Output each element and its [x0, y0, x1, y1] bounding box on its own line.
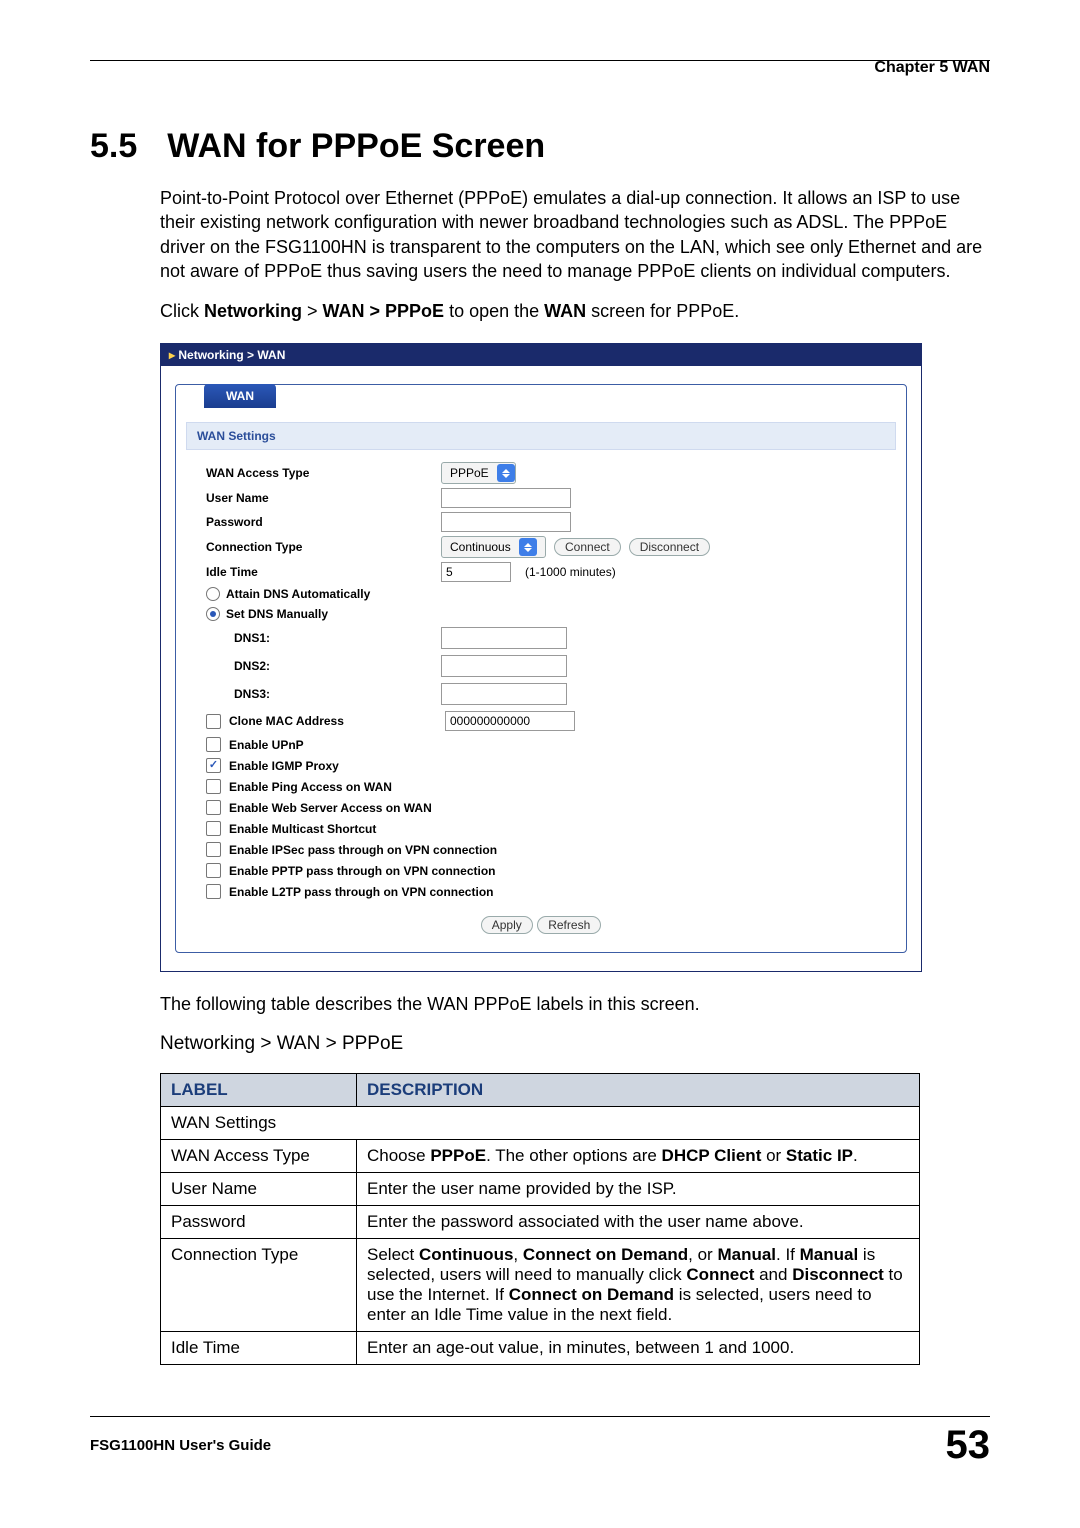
label-user-name: User Name: [206, 491, 441, 505]
label-igmp: Enable IGMP Proxy: [229, 759, 339, 773]
checkbox-pptp[interactable]: [206, 863, 221, 878]
label-clone-mac: Clone MAC Address: [229, 714, 437, 728]
table-row: Idle TimeEnter an age-out value, in minu…: [161, 1331, 920, 1364]
cell: User Name: [161, 1172, 357, 1205]
breadcrumb: ▸ Networking > WAN: [161, 344, 921, 366]
th-description: DESCRIPTION: [357, 1073, 920, 1106]
table-row: WAN Access Type Choose PPPoE. The other …: [161, 1139, 920, 1172]
text: Click: [160, 301, 204, 321]
cell: WAN Settings: [161, 1106, 920, 1139]
text: to open the: [444, 301, 544, 321]
label-wan-access-type: WAN Access Type: [206, 466, 441, 480]
select-value: PPPoE: [450, 466, 489, 480]
wan-access-type-select[interactable]: PPPoE: [441, 462, 516, 484]
th-label: LABEL: [161, 1073, 357, 1106]
label-ipsec: Enable IPSec pass through on VPN connect…: [229, 843, 497, 857]
apply-button[interactable]: Apply: [481, 916, 533, 934]
dns3-input[interactable]: [441, 683, 567, 705]
text: >: [302, 301, 323, 321]
label-attain-dns-auto: Attain DNS Automatically: [226, 587, 370, 601]
label-description-table: LABEL DESCRIPTION WAN Settings WAN Acces…: [160, 1073, 920, 1365]
breadcrumb-text: Networking > WAN: [178, 348, 285, 362]
label-set-dns-manual: Set DNS Manually: [226, 607, 328, 621]
label-ping: Enable Ping Access on WAN: [229, 780, 392, 794]
chevron-updown-icon: [519, 538, 537, 556]
connection-type-select[interactable]: Continuous: [441, 536, 546, 558]
label-dns1: DNS1:: [234, 631, 441, 645]
user-name-input[interactable]: [441, 488, 571, 508]
table-row: WAN Settings: [161, 1106, 920, 1139]
table-row: PasswordEnter the password associated wi…: [161, 1205, 920, 1238]
label-upnp: Enable UPnP: [229, 738, 304, 752]
page-number: 53: [946, 1423, 991, 1468]
label-dns2: DNS2:: [234, 659, 441, 673]
label-web: Enable Web Server Access on WAN: [229, 801, 432, 815]
cell: Enter the password associated with the u…: [357, 1205, 920, 1238]
cell: Password: [161, 1205, 357, 1238]
text-bold: WAN > PPPoE: [323, 301, 445, 321]
text: screen for PPPoE.: [586, 301, 739, 321]
cell: WAN Access Type: [161, 1139, 357, 1172]
intro-paragraph: Point-to-Point Protocol over Ethernet (P…: [160, 186, 990, 283]
checkbox-ipsec[interactable]: [206, 842, 221, 857]
wan-pppoe-screenshot: ▸ Networking > WAN WAN WAN Settings WAN …: [160, 343, 922, 972]
label-idle-time: Idle Time: [206, 565, 441, 579]
checkbox-web[interactable]: [206, 800, 221, 815]
section-title: WAN for PPPoE Screen: [167, 127, 545, 166]
label-connection-type: Connection Type: [206, 540, 441, 554]
dns1-input[interactable]: [441, 627, 567, 649]
chevron-updown-icon: [497, 464, 515, 482]
label-pptp: Enable PPTP pass through on VPN connecti…: [229, 864, 495, 878]
idle-time-input[interactable]: [441, 562, 511, 582]
label-password: Password: [206, 515, 441, 529]
checkbox-upnp[interactable]: [206, 737, 221, 752]
cell: Select Continuous, Connect on Demand, or…: [357, 1238, 920, 1331]
disconnect-button[interactable]: Disconnect: [629, 538, 710, 556]
dns2-input[interactable]: [441, 655, 567, 677]
click-instruction: Click Networking > WAN > PPPoE to open t…: [160, 299, 990, 323]
checkbox-multicast[interactable]: [206, 821, 221, 836]
section-number: 5.5: [90, 127, 137, 166]
cell: Enter an age-out value, in minutes, betw…: [357, 1331, 920, 1364]
label-multicast: Enable Multicast Shortcut: [229, 822, 376, 836]
radio-set-dns-manual[interactable]: [206, 607, 220, 621]
footer-guide: FSG1100HN User's Guide: [90, 1437, 271, 1454]
refresh-button[interactable]: Refresh: [537, 916, 601, 934]
clone-mac-input[interactable]: [445, 711, 575, 731]
connect-button[interactable]: Connect: [554, 538, 621, 556]
checkbox-l2tp[interactable]: [206, 884, 221, 899]
cell: Choose PPPoE. The other options are DHCP…: [357, 1139, 920, 1172]
text-bold: WAN: [544, 301, 586, 321]
chapter-header: Chapter 5 WAN: [90, 59, 990, 77]
table-row: User NameEnter the user name provided by…: [161, 1172, 920, 1205]
idle-time-hint: (1-1000 minutes): [525, 565, 616, 579]
password-input[interactable]: [441, 512, 571, 532]
table-caption: Networking > WAN > PPPoE: [160, 1033, 990, 1055]
checkbox-ping[interactable]: [206, 779, 221, 794]
label-dns3: DNS3:: [234, 687, 441, 701]
table-row: Connection Type Select Continuous, Conne…: [161, 1238, 920, 1331]
cell: Idle Time: [161, 1331, 357, 1364]
label-l2tp: Enable L2TP pass through on VPN connecti…: [229, 885, 493, 899]
checkbox-igmp[interactable]: [206, 758, 221, 773]
tab-wan[interactable]: WAN: [204, 384, 276, 408]
wan-settings-header: WAN Settings: [186, 422, 896, 450]
cell: Enter the user name provided by the ISP.: [357, 1172, 920, 1205]
checkbox-clone-mac[interactable]: [206, 714, 221, 729]
select-value: Continuous: [450, 540, 511, 554]
table-intro: The following table describes the WAN PP…: [160, 992, 990, 1016]
cell: Connection Type: [161, 1238, 357, 1331]
radio-attain-dns-auto[interactable]: [206, 587, 220, 601]
text-bold: Networking: [204, 301, 302, 321]
